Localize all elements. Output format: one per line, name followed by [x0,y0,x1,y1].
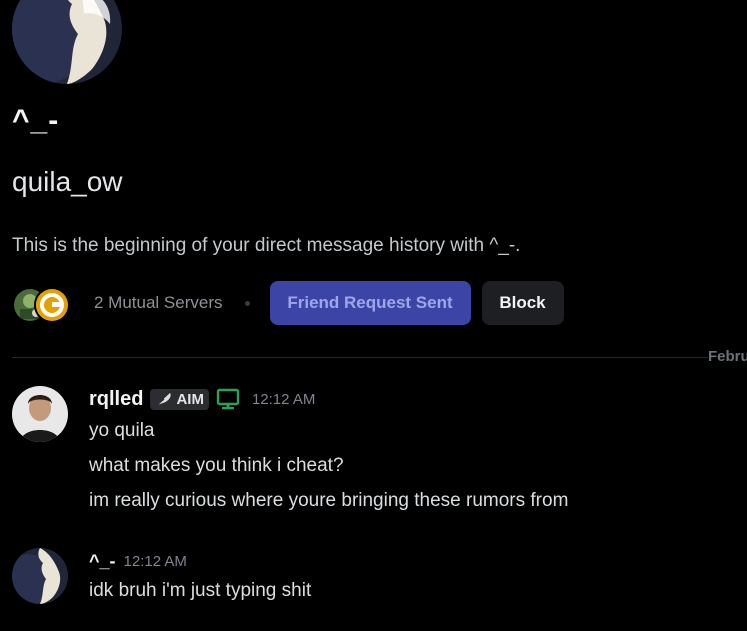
clan-tag[interactable]: AIM [150,388,209,410]
message-author[interactable]: ^_- [89,551,116,572]
separator-dot [244,300,250,306]
desktop-icon [216,388,240,410]
message-timestamp: 12:12 AM [123,553,187,570]
display-name: ^_- [12,104,60,137]
profile-avatar[interactable] [12,0,122,84]
date-divider [12,357,708,358]
friend-request-sent-button[interactable]: Friend Request Sent [269,281,471,325]
date-divider-label: Febru [708,348,747,365]
message-author[interactable]: rqlled [89,388,143,411]
profile-actions: 2 Mutual Servers Friend Request Sent Blo… [12,280,564,326]
message-timestamp: 12:12 AM [251,390,316,408]
mutual-server-icons[interactable] [12,286,74,323]
avatar[interactable] [12,548,68,604]
message-content: idk bruh i'm just typing shit [89,580,312,601]
server-icon-2[interactable] [34,287,70,323]
username: quila_ow [12,166,123,197]
avatar[interactable] [12,386,68,442]
feather-icon [156,393,172,406]
dm-channel: ^_- quila_ow This is the beginning of yo… [0,0,747,631]
message-content: yo quila [89,420,155,441]
mutual-servers-link[interactable]: 2 Mutual Servers [94,293,223,313]
dm-intro-text: This is the beginning of your direct mes… [12,235,521,256]
message-header: rqlled AIM 12:12 AM [89,387,315,411]
message-content: im really curious where youre bringing t… [89,490,569,511]
message-header: ^_- 12:12 AM [89,551,187,572]
block-button[interactable]: Block [481,281,564,325]
clan-tag-label: AIM [176,390,204,408]
message-content: what makes you think i cheat? [89,455,344,476]
